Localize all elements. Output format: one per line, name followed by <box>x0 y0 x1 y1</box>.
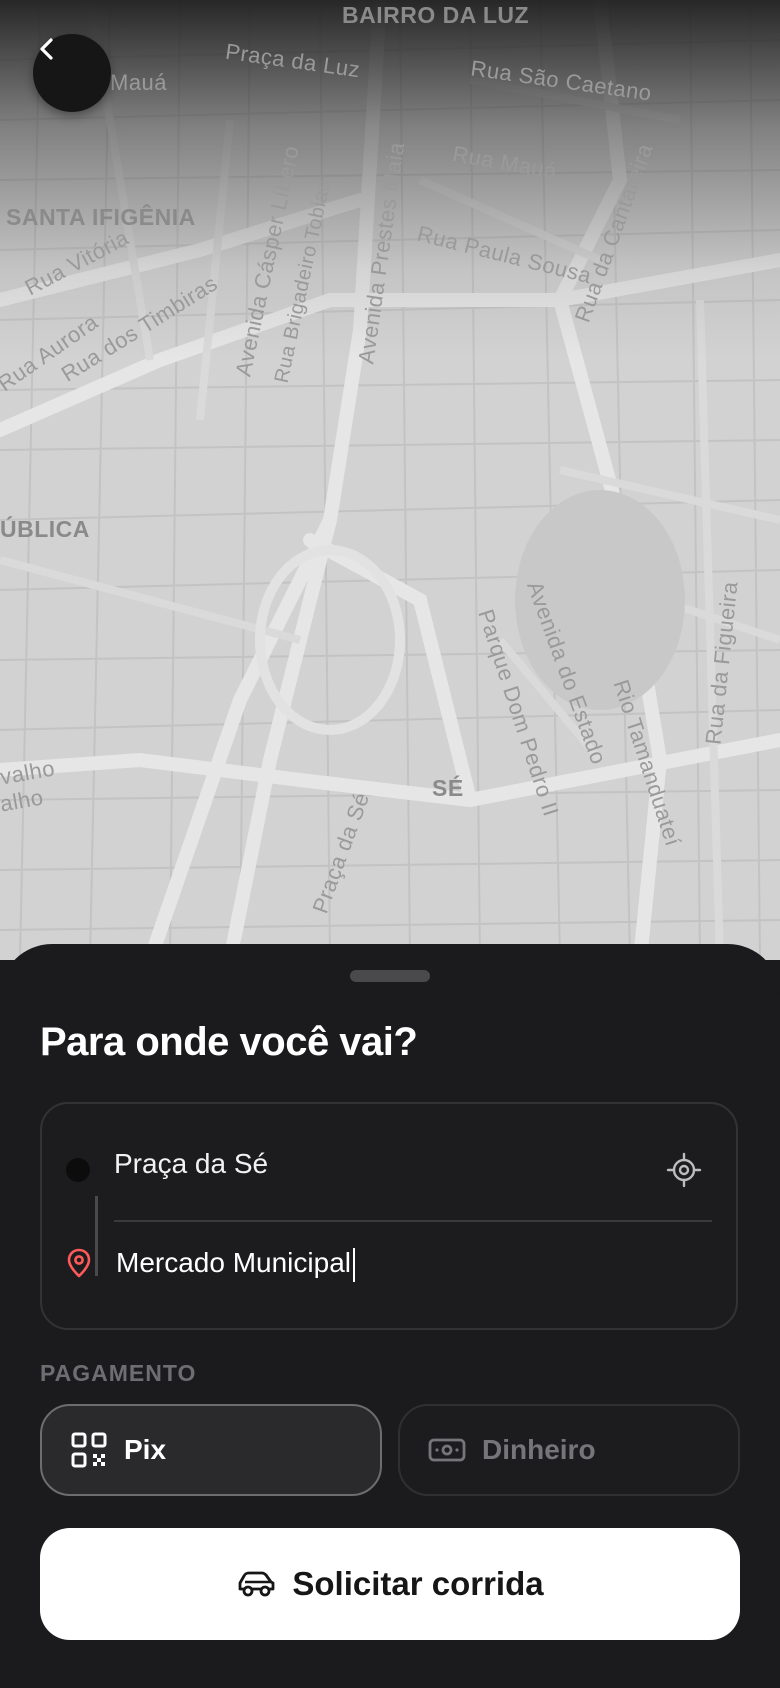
map-label-santa-ifigenia: SANTA IFIGÊNIA <box>6 204 196 230</box>
cash-icon <box>428 1438 466 1462</box>
route-separator <box>114 1220 712 1222</box>
payment-option-label: Dinheiro <box>482 1434 596 1465</box>
qr-code-icon <box>71 1432 107 1468</box>
request-ride-label: Solicitar corrida <box>292 1565 544 1602</box>
back-button[interactable] <box>33 34 111 112</box>
sheet-title: Para onde você vai? <box>40 1020 418 1064</box>
locate-me-button[interactable] <box>666 1152 702 1188</box>
payment-section-label: PAGAMENTO <box>40 1360 197 1386</box>
bottom-sheet: Para onde você vai? Praça da Sé PAGAMENT… <box>0 944 780 1688</box>
request-ride-button[interactable]: Solicitar corrida <box>40 1528 740 1640</box>
payment-option-label: Pix <box>124 1434 167 1465</box>
origin-dot-icon <box>66 1158 90 1182</box>
map-label-republica: ÚBLICA <box>0 516 90 542</box>
sheet-drag-handle[interactable] <box>350 970 430 982</box>
car-icon <box>238 1571 275 1597</box>
text-caret <box>352 1248 355 1282</box>
payment-option-dinheiro[interactable]: Dinheiro <box>398 1404 740 1496</box>
map-label-bairro-da-luz: BAIRRO DA LUZ <box>342 2 530 28</box>
payment-option-pix[interactable]: Pix <box>40 1404 382 1496</box>
origin-field[interactable]: Praça da Sé <box>114 1148 268 1180</box>
map-label-se: SÉ <box>432 775 464 801</box>
map-label-maua: Mauá <box>110 70 168 95</box>
route-card: Praça da Sé <box>40 1102 738 1330</box>
map-view[interactable]: BAIRRO DA LUZ Mauá Praça da Luz Rua São … <box>0 0 780 960</box>
crosshair-icon <box>666 1152 702 1188</box>
destination-input[interactable] <box>116 1242 656 1284</box>
screen: BAIRRO DA LUZ Mauá Praça da Luz Rua São … <box>0 0 780 1688</box>
route-connector-line <box>95 1196 98 1276</box>
map-pin-icon <box>67 1248 91 1278</box>
chevron-left-icon <box>40 38 53 60</box>
